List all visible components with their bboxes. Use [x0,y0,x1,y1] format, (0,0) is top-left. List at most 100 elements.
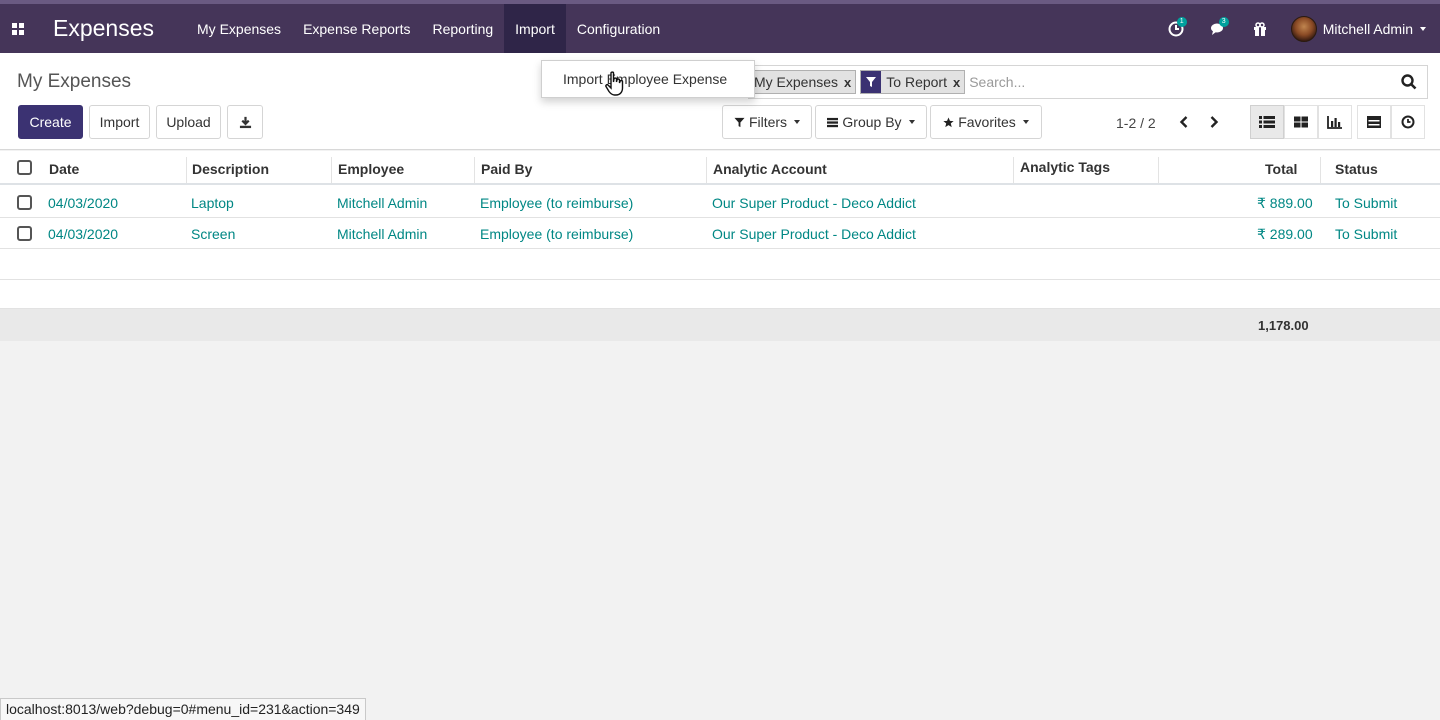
column-divider [474,157,475,183]
group-by-label: Group By [842,114,902,130]
gift-icon [1253,21,1266,36]
cell-date[interactable]: 04/03/2020 [48,226,118,242]
filters-label: Filters [748,114,788,130]
cell-paid-by[interactable]: Employee (to reimburse) [480,226,633,242]
cell-employee[interactable]: Mitchell Admin [337,226,427,242]
column-description[interactable]: Description [192,161,269,177]
pager-previous[interactable] [1170,107,1198,137]
facet-to-report[interactable]: To Report x [860,70,966,94]
column-total[interactable]: Total [1265,161,1297,177]
search-box[interactable]: My Expenses x To Report x [748,65,1428,99]
chevron-right-icon [1210,116,1219,128]
caret-down-icon [1022,120,1029,124]
chart-icon [1327,116,1342,129]
cell-status[interactable]: To Submit [1335,226,1397,242]
cell-paid-by[interactable]: Employee (to reimburse) [480,195,633,211]
column-divider [1013,157,1014,183]
column-date[interactable]: Date [49,161,79,177]
facet-my-expenses[interactable]: My Expenses x [749,70,857,94]
pager-next[interactable] [1200,107,1228,137]
cell-status[interactable]: To Submit [1335,195,1397,211]
cell-description[interactable]: Laptop [191,195,234,211]
download-button[interactable] [227,105,263,139]
graph-view-button[interactable] [1318,105,1352,139]
create-button[interactable]: Create [18,105,83,139]
cell-total[interactable]: ₹ 889.00 [1257,195,1313,212]
grand-total: 1,178.00 [1258,318,1309,333]
browser-status-url: localhost:8013/web?debug=0#menu_id=231&a… [0,698,366,720]
menu-reporting[interactable]: Reporting [421,4,504,53]
hand-cursor-icon [605,71,627,100]
activity-menu[interactable]: 1 [1155,4,1197,53]
column-divider [1158,157,1159,183]
menu-import[interactable]: Import [504,4,566,53]
row-checkbox[interactable] [17,195,32,210]
menu-my-expenses[interactable]: My Expenses [186,4,292,53]
column-divider [331,157,332,183]
filter-icon [734,117,745,127]
import-employee-expense-item[interactable]: Import Employee Expense [542,64,754,94]
app-brand[interactable]: Expenses [53,15,154,42]
row-checkbox[interactable] [17,226,32,241]
column-paid-by[interactable]: Paid By [481,161,532,177]
empty-row [0,280,1440,309]
messaging-menu[interactable]: 3 [1197,4,1239,53]
search-input[interactable] [969,68,1391,96]
kanban-view-button[interactable] [1284,105,1318,139]
gift-menu[interactable] [1239,4,1281,53]
download-icon [239,116,251,128]
menu-configuration[interactable]: Configuration [566,4,671,53]
facet-close-icon[interactable]: x [844,75,851,90]
select-all-checkbox[interactable] [17,160,32,175]
cell-employee[interactable]: Mitchell Admin [337,195,427,211]
cell-date[interactable]: 04/03/2020 [48,195,118,211]
group-by-button[interactable]: Group By [815,105,927,139]
table-row[interactable]: 04/03/2020 Laptop Mitchell Admin Employe… [0,187,1440,218]
table-header: Date Description Employee Paid By Analyt… [0,151,1440,185]
facet-label: My Expenses [754,74,839,90]
activity-view-button[interactable] [1391,105,1425,139]
clock-icon [1401,115,1415,129]
pivot-view-button[interactable] [1357,105,1391,139]
apps-menu-icon[interactable] [0,4,36,53]
column-status[interactable]: Status [1335,161,1378,177]
cell-total[interactable]: ₹ 289.00 [1257,226,1313,243]
filter-icon [861,71,882,93]
expense-list-table: Date Description Employee Paid By Analyt… [0,151,1440,341]
avatar [1290,15,1317,42]
column-divider [706,157,707,183]
table-footer-totals: 1,178.00 [0,309,1440,341]
import-dropdown-menu: Import Employee Expense [541,60,755,98]
column-analytic-tags[interactable]: Analytic Tags [1020,159,1110,175]
chevron-left-icon [1179,116,1188,128]
cell-analytic-account[interactable]: Our Super Product - Deco Addict [712,226,916,242]
list-icon [1259,116,1275,128]
list-view-button[interactable] [1250,105,1284,139]
kanban-icon [1294,116,1308,128]
facet-close-icon[interactable]: x [953,75,960,90]
messages-badge: 3 [1218,17,1229,27]
import-button[interactable]: Import [89,105,150,139]
page-title: My Expenses [17,71,132,92]
table-row[interactable]: 04/03/2020 Screen Mitchell Admin Employe… [0,218,1440,249]
favorites-label: Favorites [958,114,1016,130]
column-analytic-account[interactable]: Analytic Account [713,161,827,177]
filters-button[interactable]: Filters [722,105,812,139]
user-menu[interactable]: Mitchell Admin [1281,4,1440,53]
pager-value[interactable]: 1-2 / 2 [1116,115,1156,131]
top-navbar: Expenses My Expenses Expense Reports Rep… [0,0,1440,53]
search-icon [1401,74,1417,90]
cell-analytic-account[interactable]: Our Super Product - Deco Addict [712,195,916,211]
caret-down-icon [794,120,801,124]
column-divider [1320,157,1321,183]
upload-button[interactable]: Upload [156,105,221,139]
cell-description[interactable]: Screen [191,226,235,242]
facet-label: To Report [886,74,947,90]
search-button[interactable] [1391,66,1427,98]
menu-expense-reports[interactable]: Expense Reports [292,4,421,53]
column-employee[interactable]: Employee [338,161,404,177]
bars-icon [827,117,839,127]
systray: 1 3 Mitchell Admin [1155,4,1440,53]
favorites-button[interactable]: Favorites [930,105,1042,139]
chevron-down-icon [1420,26,1426,31]
